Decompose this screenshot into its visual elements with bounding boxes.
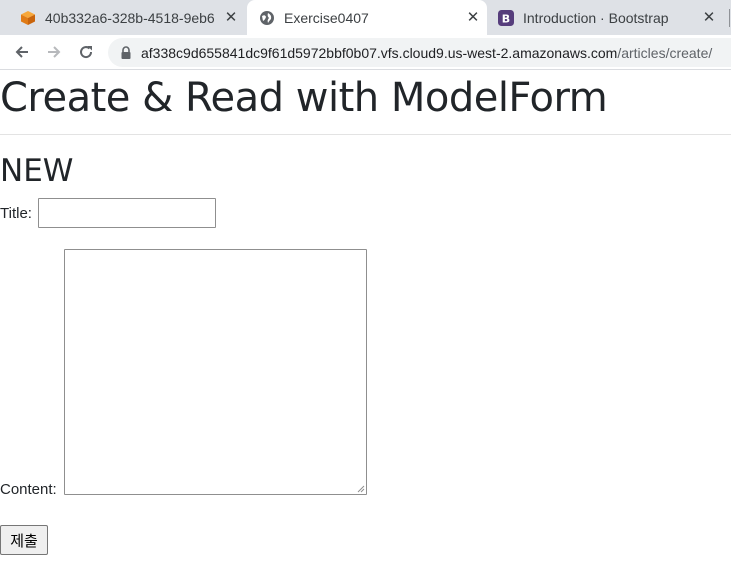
cloud9-cube-icon bbox=[21, 10, 35, 25]
tab-bootstrap[interactable]: B Introduction · Bootstrap ✕ bbox=[489, 0, 729, 35]
url-host: af338c9d655841dc9f61d5972bbf0b07.vfs.clo… bbox=[141, 44, 618, 61]
back-button[interactable] bbox=[11, 41, 33, 63]
tab-cloud9[interactable]: 40b332a6-328b-4518-9eb6 ✕ bbox=[8, 0, 245, 35]
globe-icon bbox=[260, 10, 274, 25]
url-text: af338c9d655841dc9f61d5972bbf0b07.vfs.clo… bbox=[141, 45, 712, 61]
content-label: Content: bbox=[0, 481, 57, 498]
resize-grip-icon[interactable] bbox=[356, 484, 365, 493]
browser-toolbar: af338c9d655841dc9f61d5972bbf0b07.vfs.clo… bbox=[0, 35, 731, 70]
reload-icon bbox=[80, 46, 93, 59]
tab-exercise0407[interactable]: Exercise0407 ✕ bbox=[247, 0, 487, 35]
close-tab-icon[interactable]: ✕ bbox=[701, 8, 717, 26]
arrow-right-icon bbox=[48, 46, 61, 58]
page-title: Create & Read with ModelForm bbox=[0, 75, 608, 121]
tab-title: 40b332a6-328b-4518-9eb6 bbox=[45, 9, 215, 26]
tab-title: Exercise0407 bbox=[284, 9, 369, 26]
close-tab-icon[interactable]: ✕ bbox=[223, 8, 239, 26]
forward-button[interactable] bbox=[43, 41, 65, 63]
arrow-left-icon bbox=[15, 46, 28, 58]
lock-icon bbox=[121, 45, 131, 59]
title-input[interactable] bbox=[38, 198, 216, 228]
reload-button[interactable] bbox=[75, 41, 97, 63]
address-bar[interactable]: af338c9d655841dc9f61d5972bbf0b07.vfs.clo… bbox=[108, 38, 731, 67]
bootstrap-icon: B bbox=[498, 9, 514, 26]
divider bbox=[0, 134, 731, 135]
svg-text:B: B bbox=[502, 12, 510, 25]
tab-strip: 40b332a6-328b-4518-9eb6 ✕ Exercise0407 ✕… bbox=[0, 0, 731, 35]
tab-separator bbox=[729, 9, 730, 27]
title-label: Title: bbox=[0, 205, 32, 222]
url-path: /articles/create/ bbox=[617, 44, 713, 61]
tab-title: Introduction · Bootstrap bbox=[523, 9, 669, 26]
content-textarea[interactable] bbox=[64, 249, 367, 495]
close-tab-icon[interactable]: ✕ bbox=[465, 8, 481, 26]
submit-button[interactable]: 제출 bbox=[0, 525, 48, 555]
section-heading: NEW bbox=[0, 153, 74, 189]
page-content: Create & Read with ModelForm NEW Title: … bbox=[0, 71, 731, 567]
